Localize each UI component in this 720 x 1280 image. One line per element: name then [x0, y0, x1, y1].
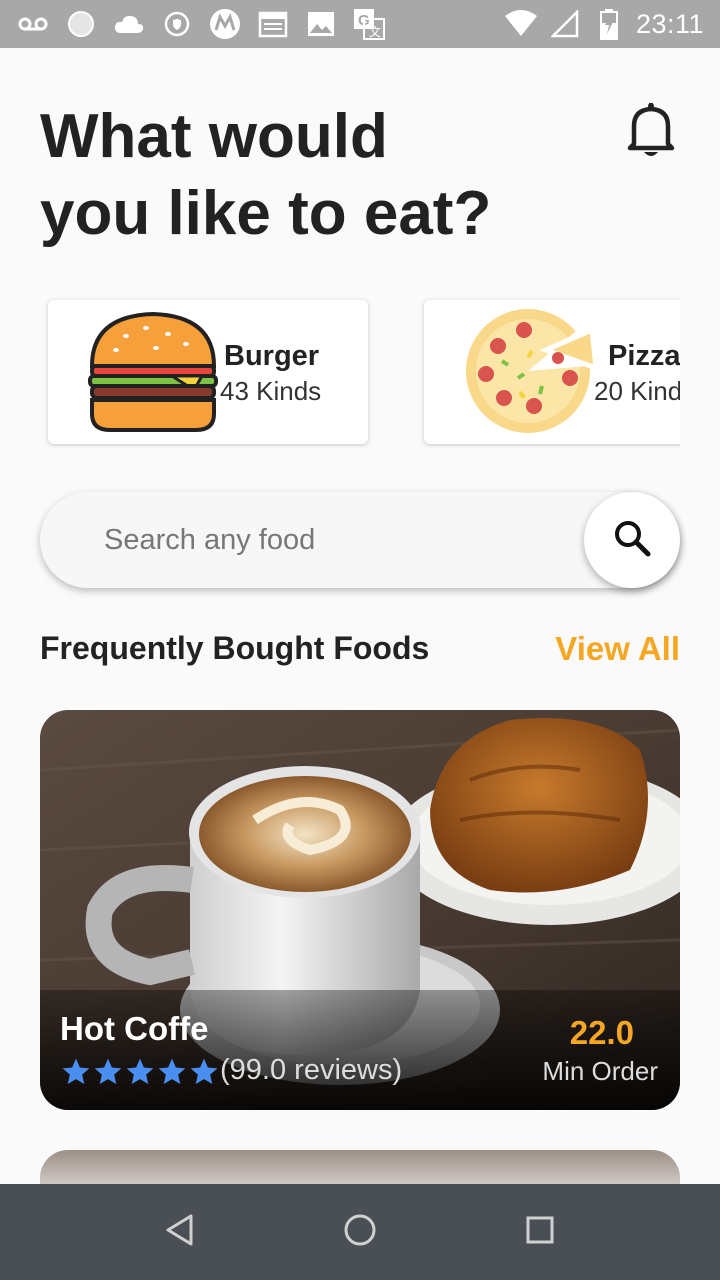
status-bar: G文 23:11	[0, 0, 720, 48]
signal-icon	[548, 7, 582, 41]
back-icon	[165, 1213, 195, 1252]
clock: 23:11	[635, 8, 704, 39]
burger-icon	[86, 310, 220, 439]
notification-bell-icon[interactable]	[624, 100, 678, 160]
category-card-pizza[interactable]: Pizza 20 Kinds	[424, 300, 680, 444]
title-line-2: you like to eat?	[40, 179, 492, 248]
calendar-icon	[256, 7, 290, 41]
svg-text:文: 文	[369, 24, 381, 39]
category-card-burger[interactable]: Burger 43 Kinds	[48, 300, 368, 444]
wifi-icon	[504, 7, 538, 41]
image-icon	[304, 7, 338, 41]
star-icon	[126, 1058, 154, 1084]
search-button[interactable]	[584, 492, 680, 588]
category-name: Pizza	[608, 340, 680, 372]
navigation-bar	[0, 1184, 720, 1280]
search-input[interactable]	[104, 516, 564, 564]
home-icon	[343, 1213, 377, 1252]
title-line-1: What would	[40, 102, 388, 171]
circle-icon	[64, 7, 98, 41]
voicemail-icon	[16, 7, 50, 41]
system-indicators: 23:11	[504, 7, 704, 41]
star-icon	[190, 1058, 218, 1084]
pizza-icon	[462, 306, 599, 441]
notification-icons: G文	[16, 7, 386, 41]
page-title: What would you like to eat?	[40, 98, 560, 252]
rating-stars	[60, 1056, 220, 1088]
search-icon	[613, 519, 651, 562]
category-count: 20 Kinds	[594, 376, 680, 406]
star-icon	[62, 1058, 90, 1084]
category-count: 43 Kinds	[220, 376, 322, 406]
category-list[interactable]: Burger 43 Kinds Pizza 20 Kinds	[40, 292, 680, 458]
translate-icon: G文	[352, 7, 386, 41]
battery-icon	[592, 7, 626, 41]
food-card[interactable]: Hot Coffe (99.0 reviews) 22.0 Min Order	[40, 710, 680, 1110]
section-title: Frequently Bought Foods	[40, 630, 430, 666]
view-all-link[interactable]: View All	[555, 630, 680, 668]
star-icon	[94, 1058, 122, 1084]
motorola-icon	[208, 7, 242, 41]
shield-icon	[160, 7, 194, 41]
recents-icon	[525, 1215, 555, 1250]
cloud-icon	[112, 7, 146, 41]
search-bar	[40, 492, 680, 588]
food-name: Hot Coffe	[60, 1010, 209, 1047]
review-count: (99.0 reviews)	[220, 1054, 403, 1086]
back-button[interactable]	[150, 1202, 210, 1262]
recents-button[interactable]	[510, 1202, 570, 1262]
home-button[interactable]	[330, 1202, 390, 1262]
price-label: Min Order	[542, 1056, 658, 1086]
star-icon	[158, 1058, 186, 1084]
food-price: 22.0	[569, 1014, 634, 1051]
category-name: Burger	[224, 340, 320, 372]
